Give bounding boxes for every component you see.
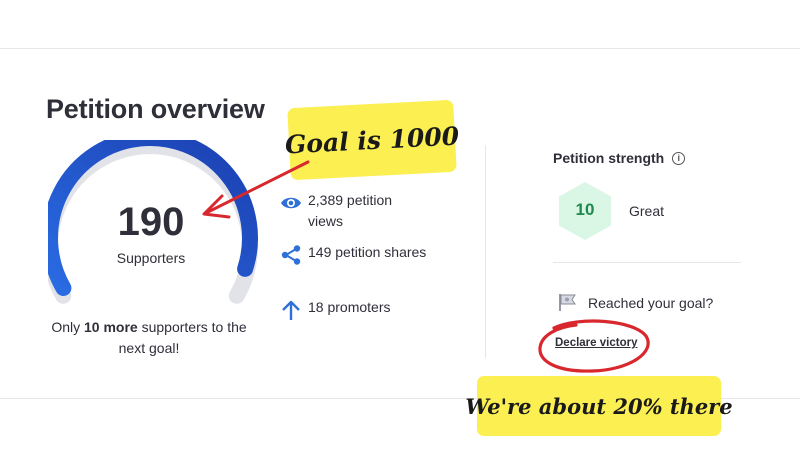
arrow-up-icon [278,297,304,323]
strength-rating: Great [629,203,665,219]
petition-overview-card: Petition overview 190 Supporters Only 10… [0,0,800,450]
eye-icon [278,190,304,216]
next-goal-prefix: Only [51,319,85,335]
flag-icon [559,294,576,311]
card-top-border [0,48,800,49]
next-goal-count: 10 more [84,319,138,335]
supporters-count: 190 [117,200,185,244]
reached-goal-question: Reached your goal? [588,295,714,311]
percent-sticky-note: We're about 20% there [465,376,733,436]
stat-shares-text: 149 petition shares [308,244,427,260]
next-goal-suffix: supporters to the next goal! [118,319,247,356]
supporters-label: Supporters [116,250,186,266]
share-icon [278,242,304,268]
petition-strength-title: Petition strength i [553,150,686,166]
column-divider [485,145,486,358]
page-title: Petition overview [46,94,265,124]
declare-victory-link[interactable]: Declare victory [555,337,637,349]
strength-score: 10 [575,200,595,219]
stat-views-text: 2,389 petition views [308,192,393,229]
stat-promoters-text: 18 promoters [308,299,391,315]
stat-views: 2,389 petition views [278,190,428,232]
petition-strength-label: Petition strength [553,150,665,166]
goal-sticky-note: Goal is 1000 [284,99,460,181]
stat-shares: 149 petition shares [278,242,428,268]
info-icon[interactable]: i [672,151,686,165]
percent-note-text: We're about 20% there [465,393,733,419]
strength-separator [553,262,741,263]
next-goal-message: Only 10 more supporters to the next goal… [44,317,254,359]
stat-promoters: 18 promoters [278,297,428,323]
goal-note-text: Goal is 1000 [284,120,460,160]
